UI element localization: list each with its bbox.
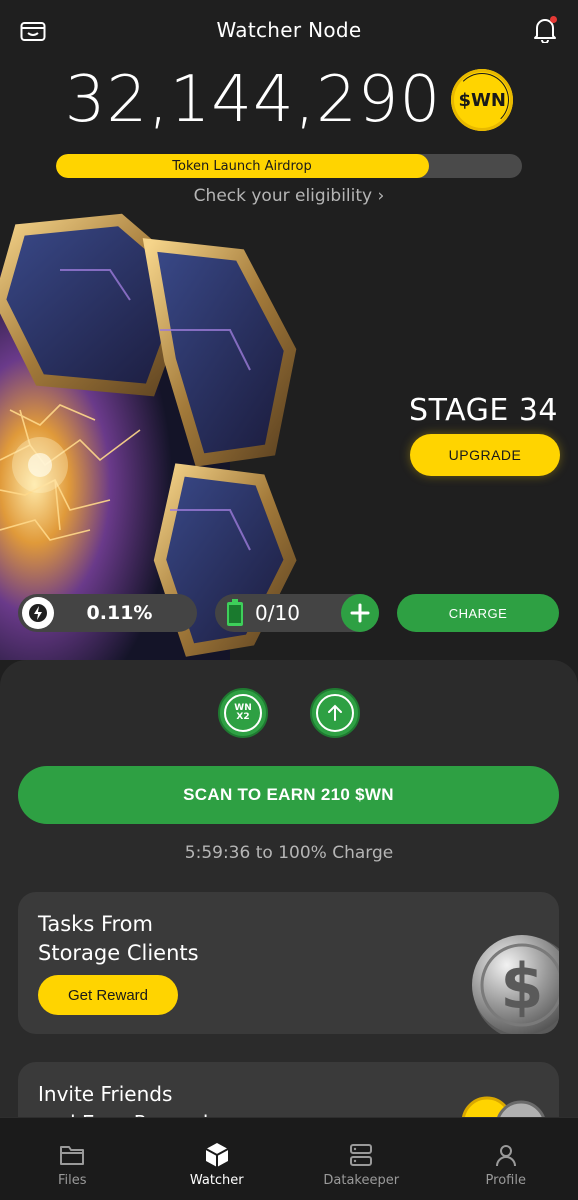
add-battery-button[interactable] [341, 594, 379, 632]
upgrade-boost-button[interactable] [310, 688, 360, 738]
notification-dot [550, 16, 557, 23]
nav-label: Profile [485, 1173, 526, 1188]
svg-text:$: $ [500, 950, 543, 1023]
upgrade-button[interactable]: UPGRADE [410, 434, 560, 476]
nav-label: Datakeeper [323, 1173, 400, 1188]
notifications-button[interactable] [530, 14, 560, 46]
page-title: Watcher Node [216, 18, 362, 42]
arrow-up-icon [328, 704, 342, 721]
balance-value: 32,144,290 [64, 63, 442, 137]
energy-value: 0.11% [86, 602, 153, 624]
bottom-panel [0, 660, 578, 1120]
nav-datakeeper[interactable]: Datakeeper [289, 1118, 434, 1200]
scan-to-earn-button[interactable]: SCAN TO EARN 210 $WN [18, 766, 559, 824]
airdrop-label: Token Launch Airdrop [172, 158, 312, 174]
bottom-nav: Files Watcher Datakeeper Profile [0, 1117, 578, 1200]
x2-boost-icon: WN X2 [224, 694, 262, 732]
plus-icon [350, 603, 370, 623]
battery-stat: 0/10 [215, 594, 379, 632]
lightning-icon [29, 604, 47, 622]
nav-watcher[interactable]: Watcher [145, 1118, 290, 1200]
chevron-right-icon: › [377, 186, 385, 206]
balance-display: 32,144,290 $WN [0, 62, 578, 138]
cube-icon [205, 1143, 229, 1167]
folder-icon [60, 1146, 85, 1165]
get-reward-button[interactable]: Get Reward [38, 975, 178, 1015]
app-header: Watcher Node [0, 0, 578, 62]
x2-boost-button[interactable]: WN X2 [218, 688, 268, 738]
tasks-card[interactable]: Tasks From Storage Clients Get Reward $ [18, 892, 559, 1034]
check-eligibility-link[interactable]: Check your eligibility › [0, 186, 578, 206]
nav-label: Watcher [189, 1173, 244, 1188]
tasks-card-title: Tasks From Storage Clients [38, 912, 199, 965]
stage-label: STAGE 34 [409, 393, 558, 428]
energy-stat: 0.11% [18, 594, 197, 632]
airdrop-progress-bar: Token Launch Airdrop [56, 154, 522, 178]
charge-timer: 5:59:36 to 100% Charge [184, 843, 394, 863]
charge-button[interactable]: CHARGE [397, 594, 559, 632]
watcher-screen: Watcher Node 32,144,290 $WN Token Launch… [0, 0, 578, 1200]
wn-coin-icon: $WN [451, 69, 514, 131]
dollar-coin-icon: $ [472, 935, 559, 1034]
nav-profile[interactable]: Profile [434, 1118, 578, 1200]
node-artwork [0, 213, 297, 660]
server-icon [350, 1144, 373, 1166]
nav-label: Files [57, 1173, 87, 1188]
battery-icon [227, 599, 243, 626]
user-icon [495, 1145, 516, 1167]
battery-value: 0/10 [255, 601, 300, 625]
nav-files[interactable]: Files [0, 1118, 145, 1200]
